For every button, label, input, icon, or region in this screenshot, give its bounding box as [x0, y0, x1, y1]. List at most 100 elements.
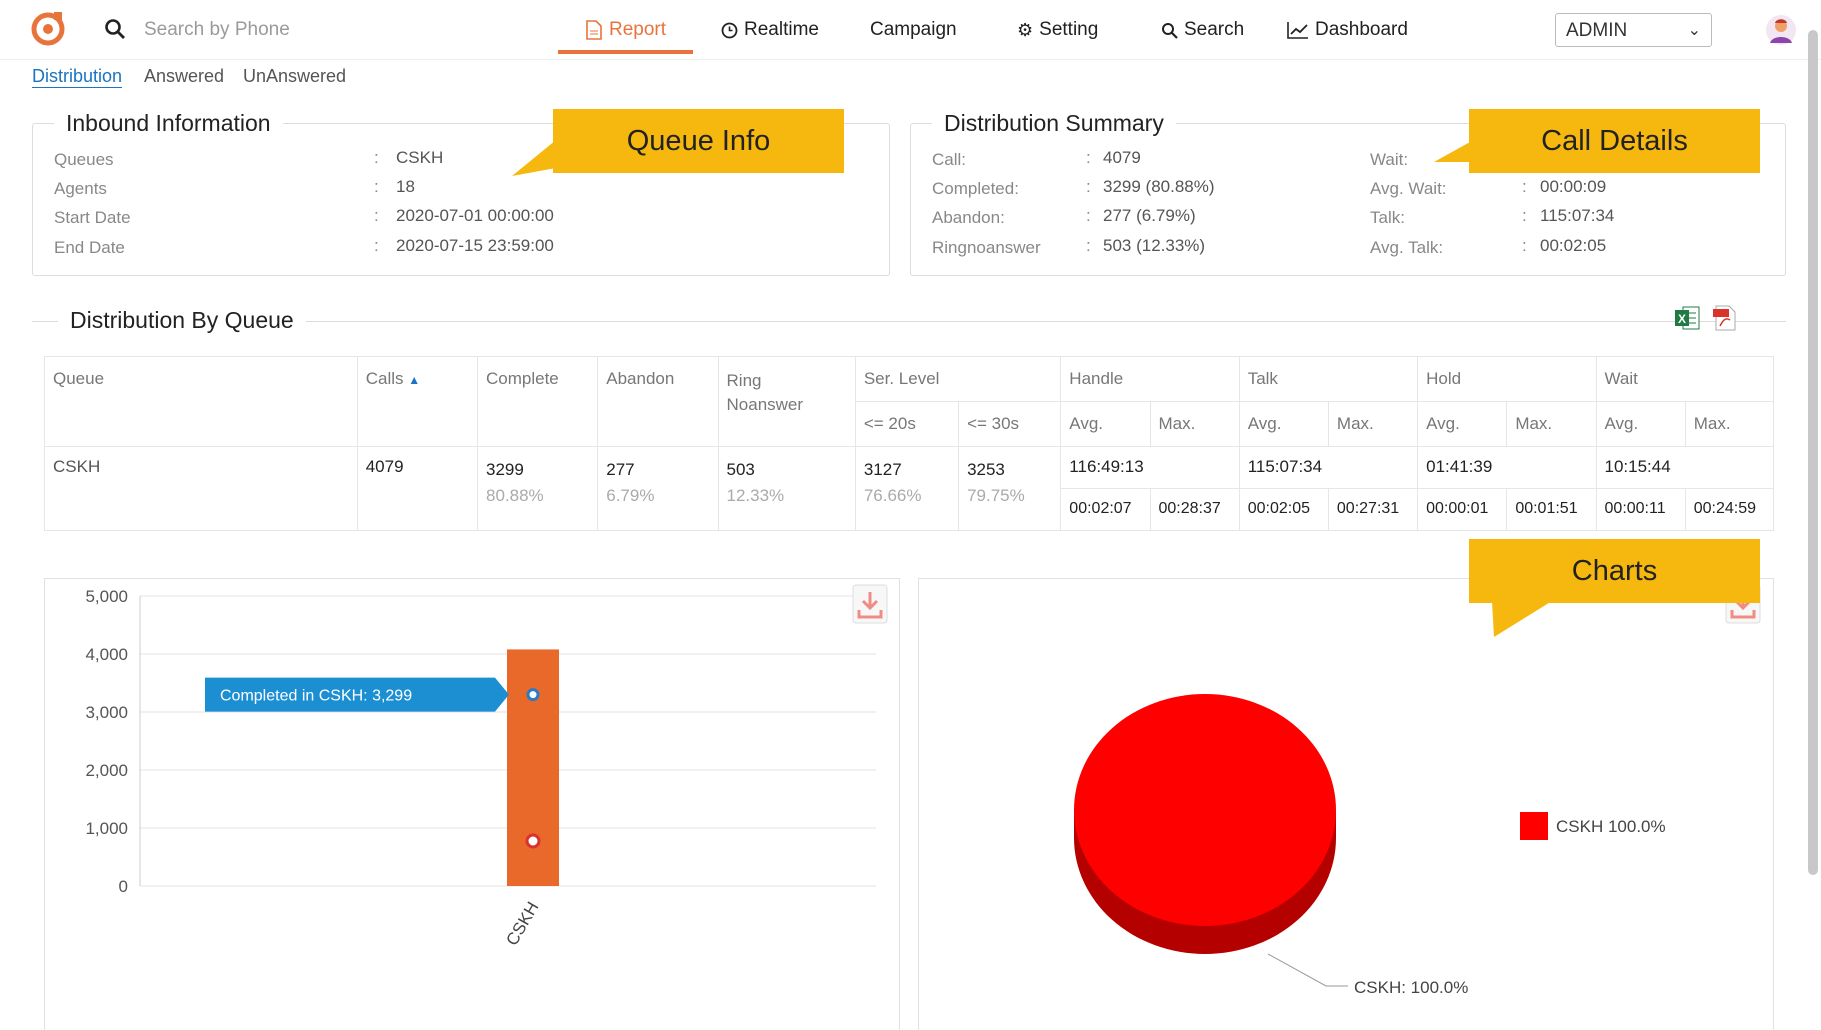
nav-label: Realtime [744, 19, 819, 40]
export-pdf-icon[interactable] [1712, 304, 1738, 332]
y-tick-label: 1,000 [85, 819, 128, 838]
col-queue[interactable]: Queue [44, 356, 358, 447]
avg-wait-value: 00:00:09 [1540, 177, 1607, 196]
cell-calls: 4079 [356, 446, 478, 531]
hover-point [526, 688, 540, 702]
call-details-callout: Call Details [1469, 109, 1760, 173]
ring-count: 503 [726, 460, 755, 479]
colon-sep: : [1086, 236, 1091, 255]
col-talk-avg[interactable]: Avg. [1238, 401, 1329, 447]
call-value: 4079 [1103, 148, 1141, 167]
col-handle-max[interactable]: Max. [1149, 401, 1240, 447]
start-date-value: 2020-07-01 00:00:00 [396, 206, 554, 225]
y-tick-label: 3,000 [85, 703, 128, 722]
cell-le30: 3253 79.75% [958, 446, 1062, 531]
slice-label-connector [1267, 953, 1348, 987]
report-doc-icon [586, 20, 602, 40]
abandon-label: Abandon: [932, 208, 1005, 227]
colon-sep: : [1086, 148, 1091, 167]
nav-report[interactable]: Report [585, 19, 666, 41]
col-handle: Handle [1060, 356, 1240, 402]
agents-label: Agents [54, 179, 107, 198]
user-role-select[interactable]: ADMIN ⌄ [1555, 13, 1712, 47]
start-date-label: Start Date [54, 208, 131, 227]
legend-label: CSKH 100.0% [1556, 817, 1666, 836]
chevron-down-icon: ⌄ [1687, 22, 1701, 39]
col-hold: Hold [1417, 356, 1597, 402]
y-tick-label: 5,000 [85, 587, 128, 606]
y-tick-label: 4,000 [85, 645, 128, 664]
x-tick-label: CSKH [502, 899, 542, 949]
col-handle-avg[interactable]: Avg. [1060, 401, 1151, 447]
slice-label: CSKH: 100.0% [1354, 978, 1468, 997]
vertical-scrollbar[interactable] [1808, 30, 1818, 875]
cell-abandon: 277 6.79% [597, 446, 719, 531]
cell-handle-avg: 00:02:07 [1060, 488, 1151, 531]
wait-label: Wait: [1370, 150, 1409, 169]
export-excel-icon[interactable]: X [1674, 304, 1700, 332]
cell-ring: 503 12.33% [717, 446, 856, 531]
col-complete[interactable]: Complete [476, 356, 599, 447]
col-hold-avg[interactable]: Avg. [1417, 401, 1508, 447]
col-hold-max[interactable]: Max. [1506, 401, 1597, 447]
cell-le20: 3127 76.66% [854, 446, 960, 531]
ring-label: Ring [726, 371, 762, 390]
active-tab-indicator [558, 50, 693, 54]
subtab-distribution[interactable]: Distribution [32, 66, 123, 88]
nav-search[interactable]: Search [1161, 19, 1244, 41]
cell-queue: CSKH [44, 446, 358, 531]
col-le30[interactable]: <= 30s [958, 401, 1062, 447]
avg-wait-label: Avg. Wait: [1370, 179, 1447, 198]
nav-campaign[interactable]: Campaign [870, 19, 957, 41]
complete-pct: 80.88% [485, 486, 544, 505]
nav-dashboard[interactable]: Dashboard [1287, 19, 1408, 41]
sort-icon[interactable]: ▲ [408, 373, 420, 387]
col-le20[interactable]: <= 20s [854, 401, 960, 447]
bar-chart: 5,000 4,000 3,000 2,000 1,000 0 CSKH Completed … [85, 587, 876, 949]
distribution-summary-title: Distribution Summary [932, 110, 1176, 137]
col-wait-max[interactable]: Max. [1684, 401, 1775, 447]
search-by-phone-input[interactable]: Search by Phone [144, 19, 290, 41]
col-calls[interactable]: Calls ▲ [356, 356, 478, 447]
col-wait-avg[interactable]: Avg. [1595, 401, 1686, 447]
col-calls-label: Calls [365, 369, 404, 388]
cell-wait-max: 00:24:59 [1684, 488, 1775, 531]
table-header-row: Queue Calls ▲ Complete Abandon Ring Noans… [44, 356, 1775, 447]
top-navigation-bar: Search by Phone Report Realtime Campaign… [0, 0, 1821, 60]
data-point-marker [525, 833, 541, 849]
user-avatar-icon[interactable] [1765, 14, 1797, 46]
end-date-label: End Date [54, 238, 125, 257]
ring-pct: 12.33% [726, 486, 785, 505]
avg-talk-label: Avg. Talk: [1370, 238, 1444, 257]
table-row: CSKH 4079 3299 80.88% 277 6.79% 503 12.33% … [44, 446, 1775, 531]
app-logo-icon[interactable] [30, 10, 66, 46]
subtab-answered[interactable]: Answered [144, 66, 224, 87]
colon-sep: : [374, 148, 379, 167]
line-chart-icon [1287, 22, 1308, 39]
cell-handle-max: 00:28:37 [1149, 488, 1240, 531]
col-abandon[interactable]: Abandon [597, 356, 719, 447]
charts-callout: Charts [1469, 539, 1760, 603]
queues-value: CSKH [396, 148, 444, 167]
col-talk: Talk [1238, 356, 1419, 402]
queues-label: Queues [54, 150, 114, 169]
nav-realtime[interactable]: Realtime [721, 19, 819, 41]
nav-setting[interactable]: ⚙ Setting [1017, 19, 1098, 41]
search-icon[interactable] [104, 18, 126, 40]
colon-sep: : [374, 236, 379, 255]
col-ring-noanswer[interactable]: Ring Noanswer [717, 356, 856, 447]
download-chart-icon[interactable] [852, 584, 888, 624]
avg-talk-value: 00:02:05 [1540, 236, 1607, 255]
call-label: Call: [932, 150, 967, 169]
subtab-unanswered[interactable]: UnAnswered [243, 66, 346, 87]
legend-swatch [1520, 812, 1548, 840]
cell-wait-total: 10:15:44 [1595, 446, 1775, 489]
colon-sep: : [1086, 206, 1091, 225]
bar-cskh [507, 649, 559, 886]
y-tick-label: 2,000 [85, 761, 128, 780]
colon-sep: : [1086, 177, 1091, 196]
ringnoanswer-label: Ringnoanswer [932, 238, 1041, 257]
gear-icon: ⚙ [1017, 19, 1034, 40]
cell-talk-avg: 00:02:05 [1238, 488, 1329, 531]
col-talk-max[interactable]: Max. [1327, 401, 1419, 447]
